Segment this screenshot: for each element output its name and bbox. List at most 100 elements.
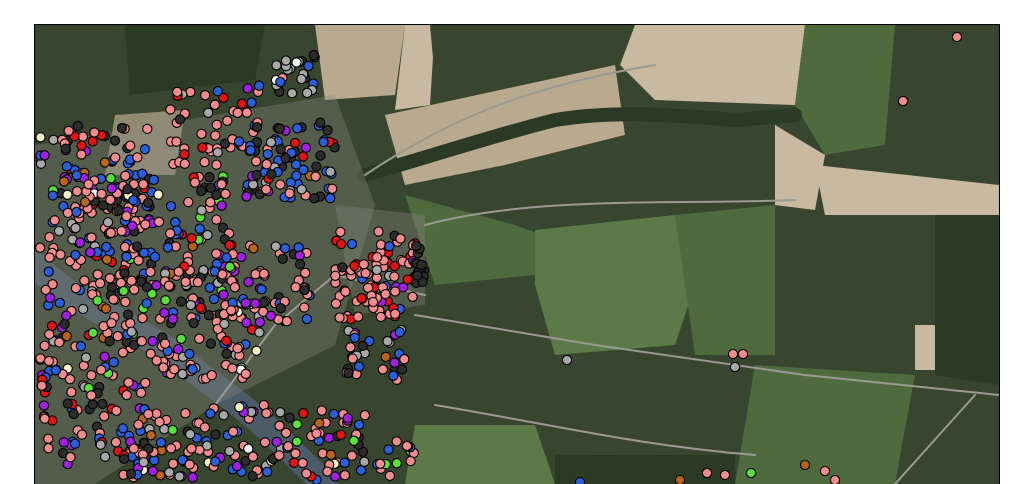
point-salmon <box>407 291 418 302</box>
point-salmon <box>99 411 110 422</box>
point-salmon <box>43 355 55 367</box>
point-salmon <box>371 252 383 263</box>
point-salmon <box>199 156 210 168</box>
point-red <box>335 429 347 441</box>
point-salmon <box>261 408 272 419</box>
point-purple <box>271 436 282 448</box>
point-purple <box>147 465 158 477</box>
point-salmon <box>199 422 211 433</box>
point-salmon <box>125 318 136 329</box>
point-purple <box>300 142 312 153</box>
point-blue <box>318 136 329 148</box>
point-blue <box>75 341 86 352</box>
point-salmon <box>206 370 217 381</box>
point-green <box>87 327 99 338</box>
point-grey <box>382 336 393 347</box>
point-grey <box>196 205 207 216</box>
point-purple <box>231 460 243 472</box>
point-salmon <box>140 219 151 230</box>
point-salmon <box>79 275 90 286</box>
point-blue <box>138 247 150 258</box>
point-red <box>76 140 87 151</box>
point-salmon <box>92 269 103 280</box>
point-salmon <box>94 278 106 289</box>
point-grey <box>174 471 185 482</box>
point-grey <box>202 229 213 241</box>
point-salmon <box>77 131 89 142</box>
point-salmon <box>133 419 144 430</box>
point-salmon <box>405 455 416 467</box>
point-blue <box>184 348 195 360</box>
point-salmon <box>358 259 370 270</box>
point-salmon <box>128 443 139 454</box>
point-brown <box>325 449 337 460</box>
point-salmon <box>89 127 100 138</box>
point-salmon <box>154 416 165 428</box>
point-grey <box>138 457 149 468</box>
point-dark <box>174 114 186 125</box>
point-salmon <box>228 426 239 437</box>
point-salmon <box>63 125 74 137</box>
point-salmon <box>322 466 333 477</box>
point-dark <box>205 338 217 349</box>
point-salmon <box>373 226 384 237</box>
point-salmon <box>64 374 76 385</box>
point-purple <box>99 351 110 362</box>
point-salmon <box>297 457 308 469</box>
point-salmon <box>232 343 243 354</box>
point-blue <box>155 437 167 448</box>
point-green <box>176 333 187 344</box>
point-grey <box>265 137 277 148</box>
point-salmon <box>180 408 191 419</box>
point-salmon <box>395 233 406 244</box>
point-salmon <box>129 284 140 295</box>
field-parcel <box>535 360 755 455</box>
point-blue <box>139 144 151 155</box>
field-parcel <box>885 25 999 195</box>
point-blue <box>256 284 267 295</box>
point-salmon <box>250 156 262 167</box>
point-salmon <box>126 275 137 286</box>
point-salmon <box>301 468 312 479</box>
point-salmon <box>66 386 77 398</box>
point-dark <box>59 318 70 330</box>
point-blue <box>246 97 257 108</box>
point-dark <box>97 398 108 410</box>
point-grey <box>296 73 307 85</box>
point-salmon <box>165 228 176 239</box>
point-dark <box>294 258 306 270</box>
point-dark <box>266 169 277 180</box>
point-salmon <box>112 331 123 342</box>
point-dark <box>122 184 133 195</box>
point-dark <box>315 117 326 128</box>
point-salmon <box>104 273 116 284</box>
point-salmon <box>142 123 153 135</box>
map-frame[interactable] <box>34 24 1000 484</box>
point-red <box>236 98 248 109</box>
point-grey <box>359 456 370 467</box>
point-grey <box>95 439 106 450</box>
point-salmon <box>281 316 293 327</box>
point-dark <box>299 284 310 296</box>
point-grey <box>203 107 214 118</box>
field-parcel <box>915 325 935 370</box>
point-purple <box>187 472 198 483</box>
aerial-map[interactable] <box>35 25 999 484</box>
point-dark <box>412 270 423 281</box>
point-dark <box>343 367 354 379</box>
point-dark <box>68 408 79 420</box>
point-salmon <box>232 107 243 118</box>
point-salmon <box>44 252 55 263</box>
point-salmon <box>159 338 171 349</box>
point-salmon <box>183 196 194 208</box>
point-salmon <box>719 469 731 481</box>
point-salmon <box>54 337 65 348</box>
point-salmon <box>334 312 345 323</box>
point-blue <box>275 76 286 88</box>
point-blue <box>388 370 399 381</box>
point-blue <box>291 170 302 181</box>
point-blue <box>121 251 132 263</box>
point-salmon <box>172 86 183 98</box>
point-grey <box>325 166 336 177</box>
point-salmon <box>335 226 346 238</box>
